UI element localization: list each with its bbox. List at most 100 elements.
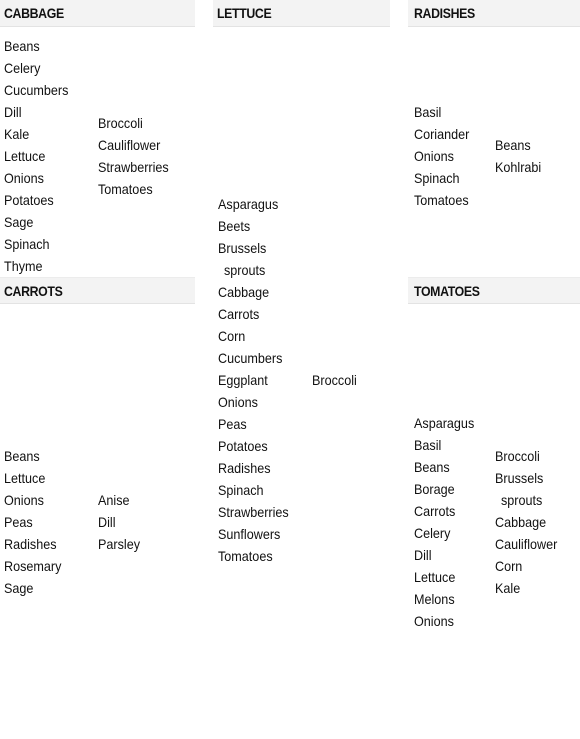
plant-name: Thyme: [4, 258, 43, 274]
plant-item: Carrots: [414, 500, 495, 522]
plant-name: Celery: [4, 60, 41, 76]
plant-name: Radishes: [4, 536, 57, 552]
plant-name: Radishes: [218, 459, 271, 476]
plant-item: Cabbage: [218, 281, 312, 303]
plant-name: sprouts: [224, 261, 266, 278]
card-title: TOMATOES: [408, 277, 580, 304]
plant-name: Cucumbers: [218, 349, 283, 366]
plant-name: Onions: [218, 393, 258, 410]
companion-list: Beans Celery Cucumbers Dill Kale Lettuce Onion…: [0, 35, 98, 277]
plant-name: Kale: [495, 580, 521, 596]
plant-name: Cauliflower: [495, 536, 558, 552]
antagonist-list: Broccoli Brussels sprouts Cabbage Cauliflowe…: [495, 445, 564, 599]
plant-item: Carrots: [218, 303, 312, 325]
plant-name: Asparagus: [414, 415, 475, 431]
plant-name: Onions: [4, 170, 44, 186]
plant-item: Beans: [495, 134, 546, 156]
plant-item: Radishes: [218, 457, 312, 479]
card-body: Basil Coriander Onions Spinach Tomatoes Bean…: [408, 27, 580, 281]
plant-name: Lettuce: [4, 148, 46, 164]
plant-name: Tomatoes: [414, 192, 469, 208]
plant-item: Dill: [98, 511, 145, 533]
plant-item: Onions: [4, 167, 98, 189]
plant-name: Eggplant: [218, 371, 268, 388]
plant-name: Anise: [98, 492, 130, 508]
antagonist-list: Broccoli: [312, 369, 362, 391]
plant-item: Basil: [414, 434, 495, 456]
card-title: CARROTS: [0, 277, 195, 304]
plant-name: Basil: [414, 104, 442, 120]
plant-item: Kale: [495, 577, 564, 599]
plant-name: Parsley: [98, 536, 141, 552]
plant-name: Potatoes: [4, 192, 54, 208]
plant-name: Cucumbers: [4, 82, 69, 98]
plant-item: Anise: [98, 489, 145, 511]
plant-item: Lettuce: [4, 145, 98, 167]
plant-item: Basil: [414, 101, 495, 123]
plant-item: Eggplant: [218, 369, 312, 391]
plant-item: Cauliflower: [495, 533, 564, 555]
plant-item: Brussels: [218, 237, 312, 259]
card-title: LETTUCE: [213, 0, 390, 27]
plant-name: Celery: [414, 525, 451, 541]
plant-name: Borage: [414, 481, 455, 497]
plant-item: Corn: [218, 325, 312, 347]
plant-item: Celery: [4, 57, 98, 79]
antagonist-list: Beans Kohlrabi: [495, 134, 546, 178]
plant-item: Asparagus: [218, 193, 312, 215]
plant-name: Sage: [4, 214, 34, 230]
plant-item: Tomatoes: [218, 545, 312, 567]
plant-name: Beans: [4, 448, 40, 464]
plant-item: Borage: [414, 478, 495, 500]
plant-item: Broccoli: [495, 445, 564, 467]
plant-name: Broccoli: [495, 448, 540, 464]
plant-item: Beans: [4, 445, 98, 467]
plant-item: Tomatoes: [98, 178, 177, 200]
plant-name: Corn: [218, 327, 246, 344]
plant-name: Tomatoes: [218, 547, 273, 564]
plant-item: Spinach: [414, 167, 495, 189]
plant-item: sprouts: [218, 259, 312, 281]
plant-name: Potatoes: [218, 437, 268, 454]
plant-item: Lettuce: [414, 566, 495, 588]
plant-name: sprouts: [501, 492, 543, 508]
card-body: Beans Celery Cucumbers Dill Kale Lettuce Onion…: [0, 27, 195, 281]
plant-name: Lettuce: [4, 470, 46, 486]
plant-name: Dill: [4, 104, 22, 120]
plant-item: Beans: [4, 35, 98, 57]
plant-name: Beans: [414, 459, 450, 475]
plant-item: Potatoes: [218, 435, 312, 457]
plant-name: Tomatoes: [98, 181, 153, 197]
plant-item: Onions: [4, 489, 98, 511]
plant-name: Onions: [4, 492, 44, 508]
plant-name: Spinach: [218, 481, 264, 498]
card-body: Beans Lettuce Onions Peas Radishes Rosemary Sa…: [0, 304, 195, 739]
companion-list: Asparagus Basil Beans Borage Carrots Celery Di…: [408, 412, 495, 632]
plant-item: Melons: [414, 588, 495, 610]
plant-item: Cucumbers: [4, 79, 98, 101]
plant-item: Cabbage: [495, 511, 564, 533]
plant-item: Cauliflower: [98, 134, 177, 156]
antagonist-list: Broccoli Cauliflower Strawberries Tomatoes: [98, 112, 177, 200]
plant-name: Strawberries: [218, 503, 289, 520]
card-tomatoes: TOMATOES Asparagus Basil Beans Borage Carrot…: [408, 277, 580, 739]
plant-item: Cucumbers: [218, 347, 312, 369]
plant-item: Sage: [4, 211, 98, 233]
plant-name: Brussels: [495, 470, 544, 486]
card-body: Asparagus Beets Brussels sprouts Cabbage Carr…: [213, 27, 390, 732]
plant-item: Rosemary: [4, 555, 98, 577]
plant-name: Sage: [4, 580, 34, 596]
plant-item: sprouts: [495, 489, 564, 511]
plant-name: Dill: [414, 547, 432, 563]
plant-name: Broccoli: [312, 371, 357, 388]
card-title: CABBAGE: [0, 0, 195, 27]
plant-name: Broccoli: [98, 115, 143, 131]
plant-item: Thyme: [4, 255, 98, 277]
plant-name: Strawberries: [98, 159, 169, 175]
plant-item: Brussels: [495, 467, 564, 489]
plant-item: Onions: [218, 391, 312, 413]
plant-item: Coriander: [414, 123, 495, 145]
plant-name: Onions: [414, 148, 454, 164]
plant-name: Onions: [414, 613, 454, 629]
plant-item: Sunflowers: [218, 523, 312, 545]
